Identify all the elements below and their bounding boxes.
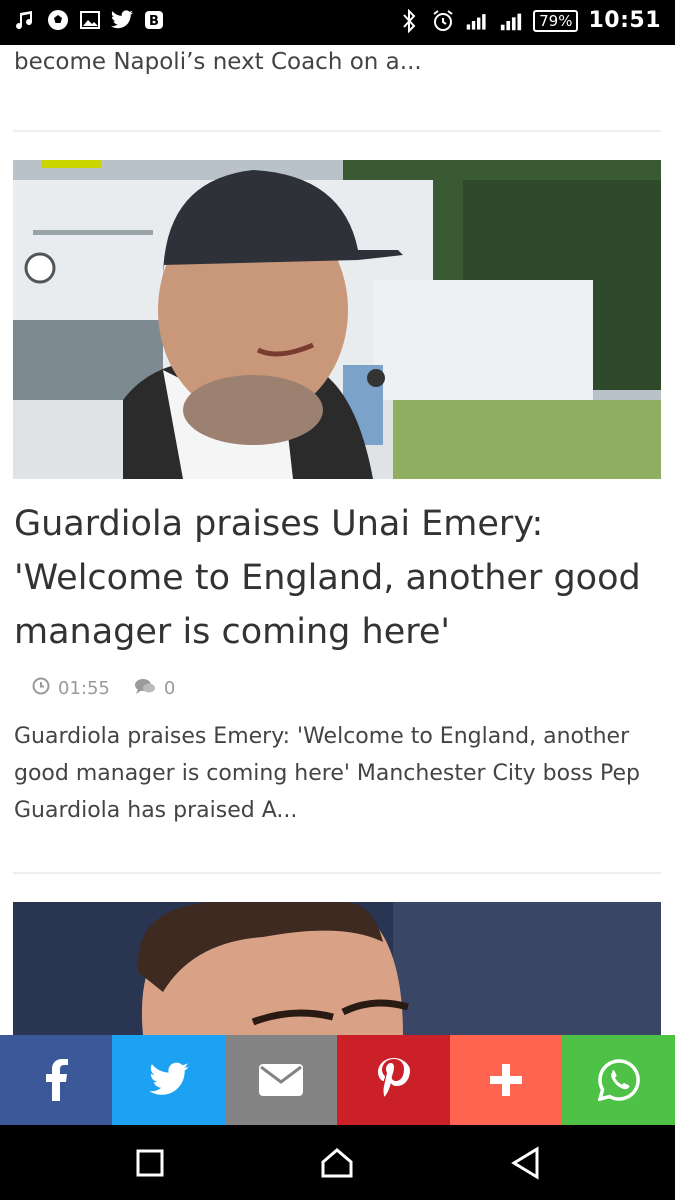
more-share-button[interactable] <box>450 1035 562 1125</box>
image-icon <box>78 8 102 32</box>
twitter-share-button[interactable] <box>112 1035 225 1125</box>
comment-count[interactable]: 0 <box>164 678 175 699</box>
article-feed: become Napoli’s next Coach on a... Guard <box>0 45 675 1035</box>
whatsapp-share-button[interactable] <box>562 1035 675 1125</box>
svg-text:B: B <box>149 14 159 29</box>
pinterest-share-button[interactable] <box>337 1035 450 1125</box>
whatsapp-icon <box>597 1059 640 1101</box>
previous-article-excerpt[interactable]: become Napoli’s next Coach on a... <box>14 49 664 75</box>
article-meta: 01:55 0 <box>32 677 199 700</box>
clock: 10:51 <box>588 8 661 33</box>
back-icon[interactable] <box>505 1143 545 1183</box>
twitter-icon <box>148 1062 189 1095</box>
article-time: 01:55 <box>58 678 110 699</box>
clock-icon <box>32 677 50 700</box>
plus-icon <box>490 1064 522 1096</box>
alarm-icon <box>431 9 455 33</box>
signal-icon <box>465 9 489 33</box>
battery-indicator: 79% <box>533 9 579 32</box>
email-icon <box>259 1064 303 1096</box>
navigation-bar <box>0 1125 675 1200</box>
article-title[interactable]: Guardiola praises Unai Emery: 'Welcome t… <box>14 497 654 659</box>
pinterest-icon <box>377 1058 410 1097</box>
next-article-image[interactable] <box>13 902 661 1035</box>
email-share-button[interactable] <box>225 1035 337 1125</box>
facebook-icon <box>46 1059 68 1101</box>
music-note-icon <box>14 8 38 32</box>
status-bar: B 79% 10:51 <box>0 0 675 45</box>
divider <box>13 872 661 874</box>
facebook-share-button[interactable] <box>0 1035 112 1125</box>
soccer-ball-icon <box>46 8 70 32</box>
twitter-icon <box>110 8 134 32</box>
comment-icon <box>134 677 156 700</box>
recents-icon[interactable] <box>130 1143 170 1183</box>
home-icon[interactable] <box>317 1143 357 1183</box>
divider <box>13 130 661 132</box>
bluetooth-icon <box>397 8 421 33</box>
share-bar <box>0 1035 675 1125</box>
signal-icon-2 <box>499 9 523 33</box>
blogger-icon: B <box>142 8 166 32</box>
article-excerpt[interactable]: Guardiola praises Emery: 'Welcome to Eng… <box>14 718 654 829</box>
article-image[interactable] <box>13 160 661 479</box>
